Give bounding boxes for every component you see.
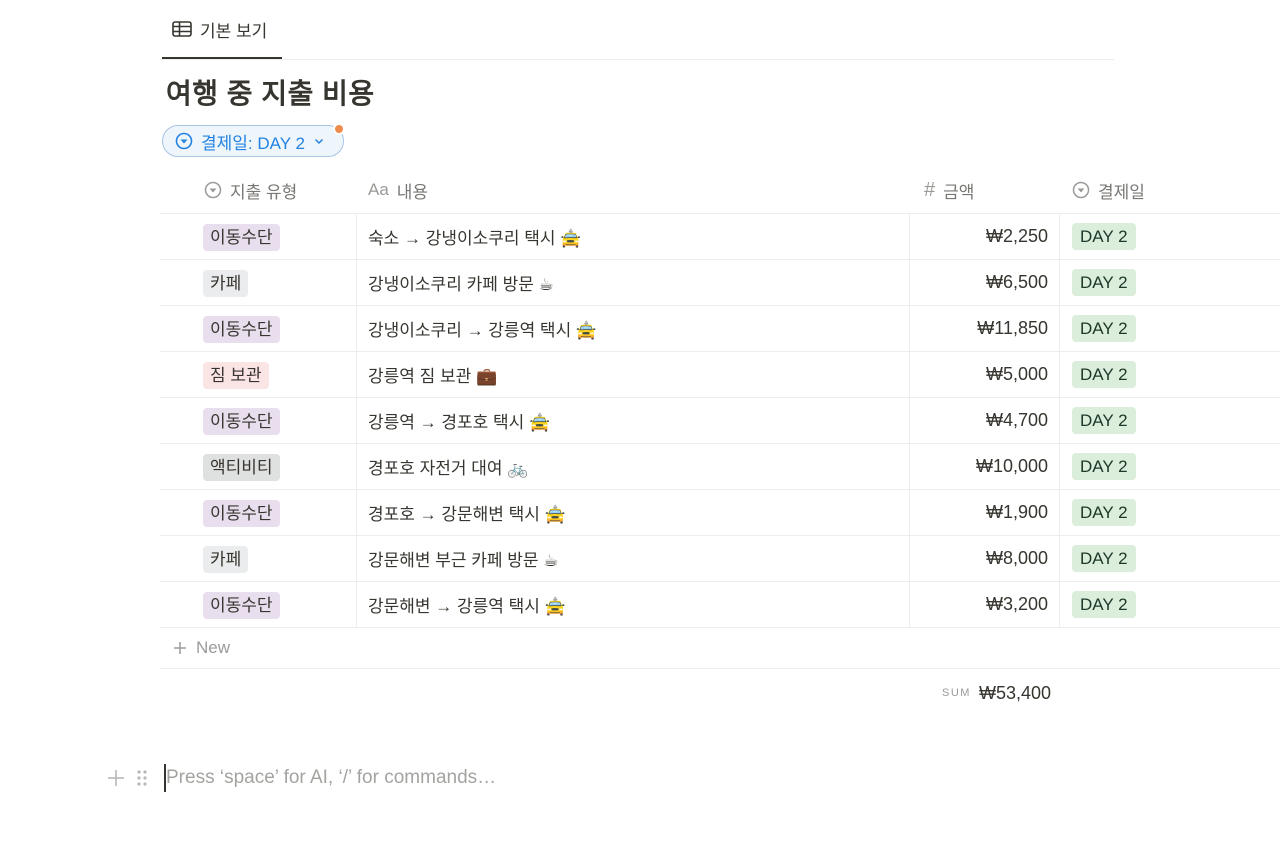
table-row: 액티비티 경포호 자전거 대여 🚲 ₩10,000 DAY 2 <box>160 444 1280 490</box>
cell-desc[interactable]: 숙소 → 강냉이소쿠리 택시 🚖 <box>357 214 910 259</box>
date-tag: DAY 2 <box>1072 499 1136 526</box>
type-tag: 이동수단 <box>203 408 280 435</box>
table-header: 지출 유형 Aa 내용 # 금액 결제일 <box>160 168 1280 214</box>
filter-changed-indicator <box>333 123 345 135</box>
filter-chip[interactable]: 결제일: DAY 2 <box>162 123 345 157</box>
column-header-desc[interactable]: Aa 내용 <box>368 168 428 212</box>
cell-desc[interactable]: 강냉이소쿠리 카페 방문 ☕ <box>357 260 910 305</box>
cell-amount[interactable]: ₩8,000 <box>911 536 1060 581</box>
cell-date[interactable]: DAY 2 <box>1061 444 1280 489</box>
cell-type[interactable]: 이동수단 <box>160 490 357 535</box>
cell-desc[interactable]: 강냉이소쿠리 → 강릉역 택시 🚖 <box>357 306 910 351</box>
cell-amount[interactable]: ₩6,500 <box>911 260 1060 305</box>
column-header-amount[interactable]: # 금액 <box>924 168 974 212</box>
view-tab-default[interactable]: 기본 보기 <box>162 0 282 59</box>
column-header-label: 결제일 <box>1098 182 1145 202</box>
date-tag: DAY 2 <box>1072 361 1136 388</box>
table-row: 이동수단 경포호 → 강문해변 택시 🚖 ₩1,900 DAY 2 <box>160 490 1280 536</box>
view-tab-label: 기본 보기 <box>200 21 268 41</box>
cell-type[interactable]: 이동수단 <box>160 582 357 627</box>
type-tag: 이동수단 <box>203 500 280 527</box>
cell-type[interactable]: 짐 보관 <box>160 352 357 397</box>
plus-icon <box>172 640 188 656</box>
sum-label: SUM <box>942 687 971 699</box>
plus-icon[interactable] <box>106 768 126 788</box>
add-row-button[interactable]: New <box>160 627 1280 669</box>
column-header-type[interactable]: 지출 유형 <box>204 168 297 212</box>
select-circle-icon <box>1072 181 1090 199</box>
select-circle-icon <box>175 132 193 150</box>
select-circle-icon <box>204 181 222 199</box>
chevron-down-icon <box>313 135 325 147</box>
cell-date[interactable]: DAY 2 <box>1061 398 1280 443</box>
cell-date[interactable]: DAY 2 <box>1061 536 1280 581</box>
type-tag: 카페 <box>203 270 249 297</box>
cell-desc[interactable]: 경포호 자전거 대여 🚲 <box>357 444 910 489</box>
column-header-label: 지출 유형 <box>230 182 298 202</box>
hash-icon: # <box>924 178 936 201</box>
cell-date[interactable]: DAY 2 <box>1061 306 1280 351</box>
type-tag: 액티비티 <box>203 454 280 481</box>
date-tag: DAY 2 <box>1072 315 1136 342</box>
date-tag: DAY 2 <box>1072 453 1136 480</box>
type-tag: 이동수단 <box>203 592 280 619</box>
add-row-label: New <box>196 637 231 657</box>
empty-block-input[interactable]: Press ‘space’ for AI, ‘/’ for commands… <box>164 764 496 792</box>
table-row: 이동수단 강냉이소쿠리 → 강릉역 택시 🚖 ₩11,850 DAY 2 <box>160 306 1280 352</box>
cell-type[interactable]: 카페 <box>160 260 357 305</box>
date-tag: DAY 2 <box>1072 545 1136 572</box>
date-tag: DAY 2 <box>1072 223 1136 250</box>
type-tag: 이동수단 <box>203 224 280 251</box>
date-tag: DAY 2 <box>1072 269 1136 296</box>
cell-desc[interactable]: 강문해변 → 강릉역 택시 🚖 <box>357 582 910 627</box>
cell-date[interactable]: DAY 2 <box>1061 214 1280 259</box>
cell-desc[interactable]: 강문해변 부근 카페 방문 ☕ <box>357 536 910 581</box>
cell-date[interactable]: DAY 2 <box>1061 352 1280 397</box>
table-row: 이동수단 강릉역 → 경포호 택시 🚖 ₩4,700 DAY 2 <box>160 398 1280 444</box>
column-header-date[interactable]: 결제일 <box>1072 168 1145 212</box>
cell-type[interactable]: 이동수단 <box>160 306 357 351</box>
cell-desc[interactable]: 강릉역 → 경포호 택시 🚖 <box>357 398 910 443</box>
sum-value: ₩53,400 <box>978 682 1051 703</box>
cell-type[interactable]: 이동수단 <box>160 398 357 443</box>
view-tabs: 기본 보기 <box>160 0 1114 60</box>
date-tag: DAY 2 <box>1072 591 1136 618</box>
cell-type[interactable]: 이동수단 <box>160 214 357 259</box>
cell-amount[interactable]: ₩10,000 <box>911 444 1060 489</box>
column-header-label: 금액 <box>943 182 975 202</box>
table-icon <box>172 21 192 37</box>
table-body: 이동수단 숙소 → 강냉이소쿠리 택시 🚖 ₩2,250 DAY 2 카페 강냉… <box>160 214 1280 628</box>
cell-amount[interactable]: ₩4,700 <box>911 398 1060 443</box>
cell-date[interactable]: DAY 2 <box>1061 260 1280 305</box>
cell-type[interactable]: 액티비티 <box>160 444 357 489</box>
type-tag: 이동수단 <box>203 316 280 343</box>
cell-amount[interactable]: ₩2,250 <box>911 214 1060 259</box>
date-tag: DAY 2 <box>1072 407 1136 434</box>
type-tag: 짐 보관 <box>203 362 269 389</box>
cell-amount[interactable]: ₩3,200 <box>911 582 1060 627</box>
cell-amount[interactable]: ₩5,000 <box>911 352 1060 397</box>
drag-handle-icon[interactable] <box>136 768 148 788</box>
table-row: 카페 강냉이소쿠리 카페 방문 ☕ ₩6,500 DAY 2 <box>160 260 1280 306</box>
table-row: 짐 보관 강릉역 짐 보관 💼 ₩5,000 DAY 2 <box>160 352 1280 398</box>
cell-date[interactable]: DAY 2 <box>1061 582 1280 627</box>
block-handles <box>106 764 148 792</box>
cell-desc[interactable]: 경포호 → 강문해변 택시 🚖 <box>357 490 910 535</box>
type-tag: 카페 <box>203 546 249 573</box>
table-row: 카페 강문해변 부근 카페 방문 ☕ ₩8,000 DAY 2 <box>160 536 1280 582</box>
column-header-label: 내용 <box>396 182 429 202</box>
table-row: 이동수단 숙소 → 강냉이소쿠리 택시 🚖 ₩2,250 DAY 2 <box>160 214 1280 260</box>
cell-desc[interactable]: 강릉역 짐 보관 💼 <box>357 352 910 397</box>
cell-type[interactable]: 카페 <box>160 536 357 581</box>
page-title[interactable]: 여행 중 지출 비용 <box>166 72 375 112</box>
cell-date[interactable]: DAY 2 <box>1061 490 1280 535</box>
table-row: 이동수단 강문해변 → 강릉역 택시 🚖 ₩3,200 DAY 2 <box>160 582 1280 628</box>
text-type-icon: Aa <box>368 180 389 199</box>
filter-label: 결제일: DAY 2 <box>201 133 305 153</box>
amount-sum[interactable]: SUM ₩53,400 <box>911 680 1051 706</box>
cell-amount[interactable]: ₩11,850 <box>911 306 1060 351</box>
cell-amount[interactable]: ₩1,900 <box>911 490 1060 535</box>
empty-block-placeholder: Press ‘space’ for AI, ‘/’ for commands… <box>166 767 497 788</box>
